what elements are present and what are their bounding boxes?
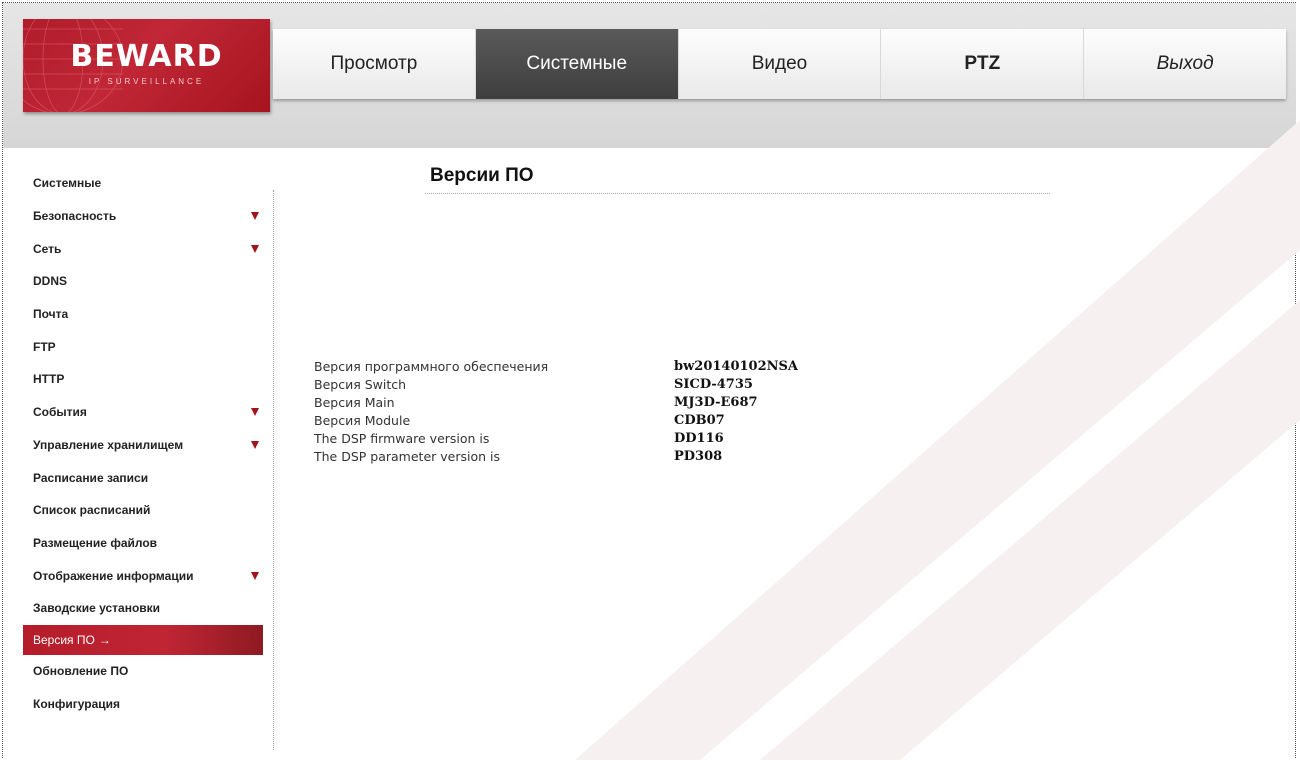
sidebar-item-label: Версия ПО: [33, 632, 95, 647]
info-value: CDB07: [674, 412, 725, 428]
info-row: Версия Switch SICD-4735: [314, 375, 798, 393]
sidebar-item-storage[interactable]: Управление хранилищем: [23, 429, 263, 462]
title-divider: [425, 193, 1050, 194]
info-label: Версия Switch: [314, 376, 407, 392]
sidebar-item-ftp[interactable]: FTP: [23, 330, 263, 363]
info-value: bw20140102NSA: [674, 358, 799, 374]
sidebar-item-record-schedule[interactable]: Расписание записи: [23, 461, 263, 494]
beward-logo[interactable]: BEWARD IP SURVEILLANCE: [23, 19, 270, 112]
sidebar-item-label: Размещение файлов: [33, 535, 158, 550]
nav-ptz[interactable]: PTZ: [881, 29, 1085, 99]
info-label: Версия программного обеспечения: [314, 358, 549, 374]
expand-triangle-icon: [251, 212, 259, 221]
expand-triangle-icon: [251, 244, 259, 253]
sidebar-item-mail[interactable]: Почта: [23, 298, 263, 331]
info-value: SICD-4735: [674, 376, 753, 392]
sidebar-item-label: Список расписаний: [33, 503, 151, 518]
sidebar-item-label: FTP: [33, 339, 56, 354]
sidebar-item-label: Обновление ПО: [33, 663, 129, 678]
info-row: The DSP firmware version is DD116: [314, 429, 798, 447]
sidebar-item-system[interactable]: Системные: [23, 167, 263, 200]
sidebar-item-label: Конфигурация: [33, 696, 121, 711]
sidebar: Системные Безопасность Сеть DDNS Почта F…: [23, 167, 263, 720]
info-label: The DSP parameter version is: [314, 448, 500, 464]
logo-title: BEWARD: [70, 39, 223, 74]
sidebar-item-label: События: [33, 405, 87, 420]
header: BEWARD IP SURVEILLANCE Просмотр Системны…: [3, 3, 1296, 148]
sidebar-item-label: HTTP: [33, 372, 65, 387]
sidebar-item-label: Управление хранилищем: [33, 437, 184, 452]
sidebar-item-label: Расписание записи: [33, 470, 149, 485]
sidebar-item-label: DDNS: [33, 274, 68, 289]
info-value: PD308: [674, 448, 723, 464]
sidebar-item-configuration[interactable]: Конфигурация: [23, 687, 263, 720]
logo-subtitle: IP SURVEILLANCE: [88, 77, 205, 86]
info-row: The DSP parameter version is PD308: [314, 447, 798, 465]
sidebar-item-schedule-list[interactable]: Список расписаний: [23, 494, 263, 527]
main-nav: Просмотр Системные Видео PTZ Выход: [273, 29, 1286, 99]
sidebar-item-label: Почта: [33, 307, 69, 322]
sidebar-item-security[interactable]: Безопасность: [23, 200, 263, 233]
sidebar-item-http[interactable]: HTTP: [23, 363, 263, 396]
nav-system[interactable]: Системные: [475, 29, 679, 99]
sidebar-item-label: Отображение информации: [33, 568, 194, 583]
sidebar-item-firmware-update[interactable]: Обновление ПО: [23, 655, 263, 688]
sidebar-item-events[interactable]: События: [23, 396, 263, 429]
nav-video[interactable]: Видео: [679, 29, 882, 99]
info-label: The DSP firmware version is: [314, 430, 490, 446]
sidebar-item-label: Заводские установки: [33, 601, 161, 616]
info-label: Версия Main: [314, 394, 395, 410]
sidebar-item-label: Системные: [33, 176, 102, 191]
sidebar-item-ddns[interactable]: DDNS: [23, 265, 263, 298]
info-row: Версия программного обеспечения bw201401…: [314, 357, 798, 375]
sidebar-item-label: Сеть: [33, 241, 62, 256]
sidebar-item-factory-defaults[interactable]: Заводские установки: [23, 592, 263, 625]
expand-triangle-icon: [251, 408, 259, 417]
sidebar-item-file-location[interactable]: Размещение файлов: [23, 527, 263, 560]
expand-triangle-icon: [251, 440, 259, 449]
arrow-right-icon: →: [98, 632, 111, 647]
info-label: Версия Module: [314, 412, 411, 428]
info-value: MJ3D-E687: [674, 394, 758, 410]
sidebar-item-network[interactable]: Сеть: [23, 232, 263, 265]
expand-triangle-icon: [251, 571, 259, 580]
nav-view[interactable]: Просмотр: [273, 29, 476, 99]
info-row: Версия Main MJ3D-E687: [314, 393, 798, 411]
version-info-table: Версия программного обеспечения bw201401…: [314, 357, 798, 465]
sidebar-divider: [273, 190, 274, 750]
nav-logout[interactable]: Выход: [1084, 29, 1286, 99]
sidebar-item-info-display[interactable]: Отображение информации: [23, 559, 263, 592]
info-value: DD116: [674, 430, 724, 446]
sidebar-item-firmware-version[interactable]: Версия ПО →: [23, 624, 263, 655]
page-title: Версии ПО: [430, 165, 534, 186]
sidebar-item-label: Безопасность: [33, 209, 117, 224]
info-row: Версия Module CDB07: [314, 411, 798, 429]
